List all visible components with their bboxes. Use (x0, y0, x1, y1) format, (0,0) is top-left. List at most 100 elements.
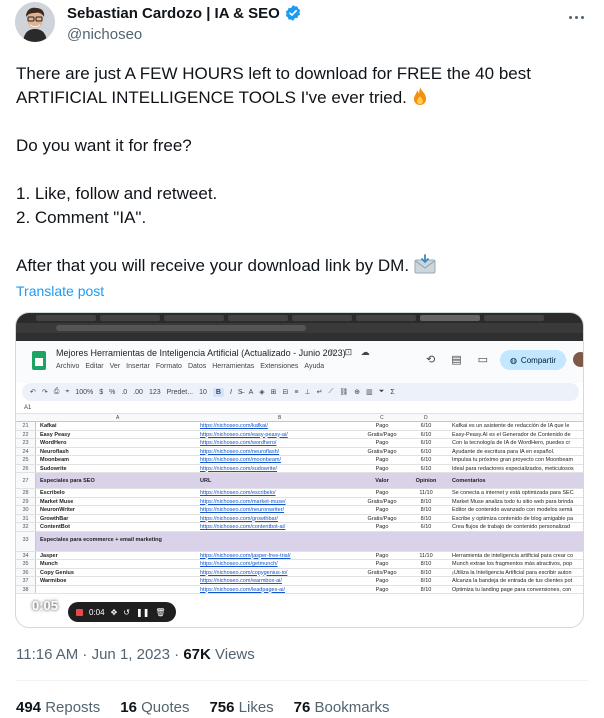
tool-url: https://nichoseo.com/leadpages-ai/ (200, 586, 285, 593)
table-row: 22 Easy Peasy https://nichoseo.com/easy-pe… (16, 430, 583, 439)
tool-name: Munch (40, 561, 58, 567)
row-number: 27 (16, 473, 36, 488)
reposts-stat[interactable]: 494 Reposts (16, 699, 100, 716)
row-number: 32 (16, 523, 36, 531)
tool-price: Gratis/Pago (367, 569, 397, 576)
functions-icon: Σ (390, 388, 395, 396)
fill-color-icon: ◈ (259, 389, 265, 396)
row-number: 21 (16, 422, 36, 430)
likes-stat[interactable]: 756 Likes (209, 699, 273, 716)
bookmarks-stat[interactable]: 76 Bookmarks (294, 699, 390, 716)
menu-item: Datos (187, 363, 207, 370)
merge-icon: ⊟ (282, 389, 289, 396)
fire-emoji-icon (413, 87, 426, 105)
quotes-count: 16 (120, 699, 137, 716)
video-media[interactable]: Mejores Herramientas de Inteligencia Art… (15, 312, 584, 628)
tool-url: https://nichoseo.com/copygenius-io/ (200, 569, 288, 576)
tool-comment: Con la tecnología de IA de WordHero, pue… (452, 440, 571, 446)
redo-icon: ↷ (41, 389, 48, 396)
column-header-row: A B C D (16, 414, 583, 422)
author-handle[interactable]: @nichoseo (67, 26, 302, 43)
tool-comment: Alcanza la bandeja de entrada de tus cli… (452, 578, 573, 584)
tool-price: Pago (375, 440, 389, 446)
tool-name: Sudowrite (40, 465, 67, 472)
tweet-line: ARTIFICIAL INTELLIGENCE TOOLS I've ever … (16, 86, 586, 110)
translate-post-link[interactable]: Translate post (16, 283, 104, 299)
tool-price: Pago (375, 586, 389, 593)
history-icon: ⟲ (426, 354, 436, 366)
section-col-opinion: Opinion (415, 478, 437, 484)
tool-price: Pago (375, 490, 389, 496)
tool-price: Pago (375, 561, 389, 567)
decrease-decimals: .0 (121, 388, 128, 396)
row-number: 28 (16, 489, 36, 497)
incoming-envelope-emoji-icon (414, 254, 436, 274)
author-avatar[interactable] (15, 2, 55, 42)
tool-rating: 8/10 (420, 569, 432, 576)
tool-name: Neuroflash (40, 448, 69, 455)
author-name[interactable]: Sebastian Cardozo | IA & SEO (67, 5, 280, 22)
pause-icon: ❚❚ (135, 607, 150, 617)
tweet-line: 1. Like, follow and retweet. (16, 184, 218, 203)
views-count: 67K (183, 646, 211, 663)
comment-icon: ▤ (451, 354, 462, 366)
browser-bookmarks-bar (16, 333, 583, 341)
bookmarks-count: 76 (293, 699, 311, 716)
more-options-icon[interactable] (563, 6, 589, 28)
menu-item: Insertar (126, 363, 150, 370)
likes-count: 756 (209, 699, 235, 716)
tool-name: Moonbeam (40, 457, 70, 463)
tool-name: WordHero (40, 440, 67, 446)
bookmarks-label: Bookmarks (310, 699, 390, 716)
tool-name: Warmiboe (40, 578, 67, 584)
wrap-icon: ↵ (316, 389, 323, 396)
table-row: 37 Warmiboe https://nichoseo.com/warmbox-a… (16, 577, 583, 586)
row-number: 23 (16, 439, 36, 447)
tool-rating: 8/10 (420, 561, 432, 567)
tool-comment: Ayudante de escritura para IA en español… (452, 448, 555, 455)
section-title: Especiales para ecommerce + email market… (40, 536, 162, 543)
tool-url: https://nichoseo.com/warmbox-ai/ (200, 578, 282, 584)
divider (16, 680, 588, 681)
expand-video-icon[interactable] (564, 605, 576, 617)
restart-icon: ↺ (123, 607, 130, 617)
quotes-stat[interactable]: 16 Quotes (120, 699, 189, 716)
print-icon: ⎙ (53, 388, 60, 395)
tool-rating: 8/10 (420, 515, 432, 522)
tool-name: ContentBot (40, 524, 70, 530)
table-row: 29 Market Muse https://nichoseo.com/market… (16, 497, 583, 506)
bold-button: B (212, 387, 224, 397)
sheets-top-icons: ⟲ ▤ ▭ (426, 353, 488, 366)
font-select: Predet... (166, 388, 194, 396)
row-number: 29 (16, 497, 36, 505)
tool-comment: Impulsa tu próximo gran proyecto con Moo… (452, 457, 574, 463)
column-header: C (380, 415, 384, 421)
menu-item: Editar (85, 363, 104, 370)
tool-comment: Easy-Peasy.AI es el Generador de Conteni… (452, 431, 571, 438)
tool-url: https://nichoseo.com/moonbeam/ (200, 457, 282, 463)
timestamp[interactable]: 11:16 AM · Jun 1, 2023 · (16, 646, 183, 663)
menu-item: Formato (155, 363, 182, 370)
row-number: 35 (16, 560, 36, 568)
menu-item: Archivo (56, 363, 80, 370)
tool-url: https://nichoseo.com/contentbot-ai/ (200, 524, 286, 530)
tool-rating: 6/10 (420, 465, 432, 472)
tool-url: https://nichoseo.com/neuronwriter/ (200, 507, 285, 513)
tool-comment: Optimiza tu landing page para conversion… (452, 586, 572, 593)
table-row: 30 NeuronWriter https://nichoseo.com/neuro… (16, 506, 583, 515)
section-col-url: URL (200, 478, 212, 484)
tool-rating: 6/10 (420, 440, 432, 446)
row-number: 37 (16, 577, 36, 585)
video-timestamp: 0:05 (32, 598, 59, 613)
drag-icon: ✥ (110, 607, 118, 617)
column-header: D (424, 415, 428, 421)
row-number: 24 (16, 447, 36, 455)
globe-icon: ◍ (509, 355, 517, 365)
tool-rating: 6/10 (420, 423, 432, 429)
screen-recording-controls: 0:04 ✥ ↺ ❚❚ 🗑 (68, 602, 176, 622)
tool-price: Gratis/Pago (367, 498, 397, 505)
tool-comment: Kafkai es un asistente de redacción de I… (452, 423, 570, 429)
verified-badge-icon (285, 5, 300, 21)
tool-price: Pago (375, 552, 389, 559)
more-formats: 123 (148, 388, 161, 396)
